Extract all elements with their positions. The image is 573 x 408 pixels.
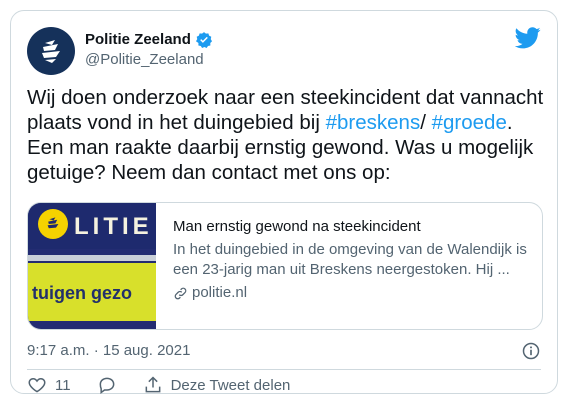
- link-title[interactable]: Man ernstig gewond na steekincident: [173, 217, 533, 237]
- twitter-bird-icon[interactable]: [515, 27, 541, 49]
- divider: [27, 369, 541, 370]
- tweet-actions: 11 Deze Tweet delen: [27, 375, 316, 395]
- police-badge-icon: [38, 209, 68, 239]
- hashtag-breskens-link[interactable]: #breskens: [326, 111, 421, 134]
- like-count: 11: [55, 376, 71, 394]
- avatar[interactable]: [27, 27, 75, 75]
- link-icon: [174, 287, 187, 299]
- link-thumbnail: LITIE tuigen gezo: [28, 203, 156, 329]
- tweet-text: Wij doen onderzoek naar een steekinciden…: [27, 85, 547, 185]
- thumb-politie-text: LITIE: [74, 213, 153, 240]
- link-description: In het duingebied in de omgeving van de …: [173, 241, 527, 278]
- author-display-name[interactable]: Politie Zeeland: [85, 30, 191, 50]
- reply-icon: [99, 377, 114, 394]
- tweet-text-part: /: [420, 111, 432, 134]
- heart-icon: [28, 377, 46, 393]
- thumb-reflective-strip: [28, 255, 156, 261]
- reply-button[interactable]: [97, 375, 117, 395]
- police-logo-icon: [42, 40, 60, 63]
- share-label: Deze Tweet delen: [170, 376, 291, 394]
- info-icon[interactable]: [521, 341, 541, 361]
- hashtag-groede-link[interactable]: #groede: [432, 111, 507, 134]
- link-domain-row: politie.nl: [173, 283, 533, 303]
- like-button[interactable]: 11: [27, 375, 71, 395]
- thumb-band-text: tuigen gezo: [32, 283, 132, 303]
- share-button[interactable]: Deze Tweet delen: [143, 375, 291, 395]
- link-domain: politie.nl: [192, 284, 248, 301]
- share-icon: [145, 376, 160, 393]
- verified-badge-icon: [195, 32, 212, 49]
- tweet-header: Politie Zeeland @Politie_Zeeland: [27, 27, 541, 75]
- tweet-timestamp[interactable]: 9:17 a.m. · 15 aug. 2021: [27, 341, 190, 361]
- link-preview-card[interactable]: LITIE tuigen gezo Man ernstig gewond na …: [27, 202, 543, 330]
- tweet-card: Politie Zeeland @Politie_Zeeland Wij doe…: [10, 10, 558, 394]
- author-handle[interactable]: @Politie_Zeeland: [85, 50, 213, 70]
